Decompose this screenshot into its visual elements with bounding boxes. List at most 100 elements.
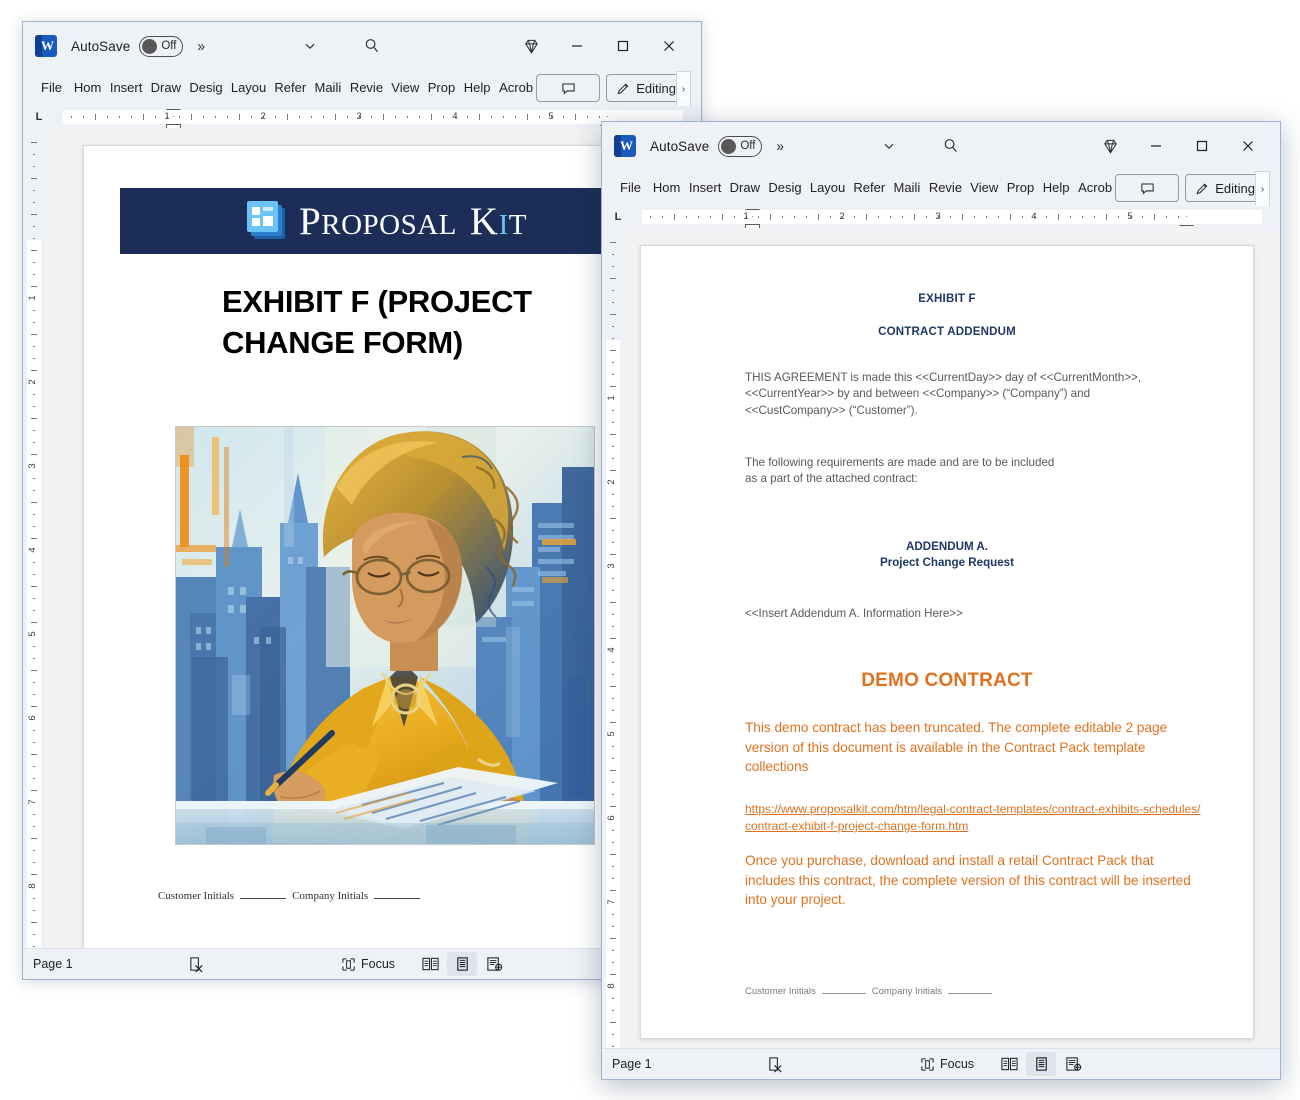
focus-label: Focus: [361, 957, 396, 971]
minimize-button[interactable]: [555, 30, 599, 62]
comments-button-front[interactable]: [1115, 174, 1180, 202]
print-layout-icon[interactable]: [447, 952, 477, 976]
insert-placeholder: <<Insert Addendum A. Information Here>>: [745, 607, 963, 620]
read-mode-icon-front[interactable]: [994, 1052, 1024, 1076]
tab-view-front[interactable]: View: [965, 173, 1001, 203]
maximize-button-front[interactable]: [1180, 130, 1224, 162]
proposal-kit-wordmark: P ROPOSAL KIT: [299, 199, 527, 243]
ribbon-more-icon-front[interactable]: ›: [1255, 171, 1270, 207]
close-button[interactable]: [647, 30, 691, 62]
tab-layout[interactable]: Layou: [226, 73, 270, 103]
view-buttons-front: [994, 1052, 1088, 1076]
customer-initials-blank[interactable]: [240, 888, 287, 899]
addendum-subtitle: Project Change Request: [879, 556, 1014, 569]
editing-mode-button[interactable]: Editing ›: [606, 71, 691, 107]
company-initials-blank[interactable]: [374, 888, 421, 899]
autosave-state: Off: [161, 40, 177, 52]
tab-references[interactable]: Refer: [269, 73, 309, 103]
web-layout-icon-front[interactable]: [1058, 1052, 1088, 1076]
tab-stop-selector[interactable]: L: [23, 106, 55, 128]
v-ruler-num-2: 2: [27, 379, 39, 385]
tab-acrobat-front[interactable]: Acrob: [1073, 173, 1115, 203]
tab-mailings[interactable]: Maili: [310, 73, 345, 103]
word-window-front[interactable]: W AutoSave Off » File Hom Insert Draw De…: [601, 121, 1281, 1080]
web-layout-icon[interactable]: [479, 952, 509, 976]
read-mode-icon[interactable]: [415, 952, 445, 976]
spell-check-icon-front[interactable]: [767, 1056, 784, 1073]
close-button-front[interactable]: [1226, 130, 1270, 162]
focus-button-front[interactable]: Focus: [920, 1057, 974, 1072]
page-indicator-front[interactable]: Page 1: [612, 1057, 652, 1071]
ruler-num-4: 4: [452, 111, 458, 122]
company-initials-label: Company Initials: [292, 890, 369, 902]
vertical-ruler[interactable]: 1 2 3 4 5 6 7 8: [23, 128, 45, 948]
tab-home-front[interactable]: Hom: [648, 173, 684, 203]
maximize-button[interactable]: [601, 30, 645, 62]
tab-file[interactable]: File: [33, 73, 69, 103]
ruler-track-front[interactable]: 1 2 3 4 5: [634, 209, 1274, 235]
focus-button[interactable]: Focus: [341, 957, 395, 972]
tab-insert-front[interactable]: Insert: [684, 173, 725, 203]
word-window-back[interactable]: W AutoSave Off » File Hom Insert Draw De…: [22, 21, 702, 980]
ruler-num-2: 2: [260, 111, 266, 122]
tab-layout-front[interactable]: Layou: [805, 173, 849, 203]
tab-help-front[interactable]: Help: [1038, 173, 1073, 203]
editing-mode-button-front[interactable]: Editing ›: [1185, 171, 1270, 207]
title-bar-front: W AutoSave Off »: [602, 122, 1280, 170]
front-title-exhibit: EXHIBIT F: [918, 293, 976, 305]
v-ruler-num-5: 5: [27, 631, 39, 637]
horizontal-ruler-front[interactable]: L 1 2 3 4 5: [602, 206, 1280, 235]
tab-properties[interactable]: Prop: [423, 73, 459, 103]
tab-properties-front[interactable]: Prop: [1002, 173, 1038, 203]
chevron-down-icon-front[interactable]: [882, 139, 896, 153]
comments-button[interactable]: [536, 74, 601, 102]
quick-access-overflow-icon[interactable]: »: [198, 38, 206, 55]
v-ruler-num-6: 6: [27, 715, 39, 721]
tab-review[interactable]: Revie: [345, 73, 386, 103]
tab-design-front[interactable]: Desig: [763, 173, 804, 203]
tab-references-front[interactable]: Refer: [848, 173, 888, 203]
page-indicator[interactable]: Page 1: [33, 957, 73, 971]
tab-draw-front[interactable]: Draw: [725, 173, 764, 203]
front-customer-initials-label: Customer Initials: [745, 986, 816, 997]
document-canvas-front[interactable]: EXHIBIT F CONTRACT ADDENDUM THIS AGREEME…: [624, 228, 1280, 1048]
tab-insert[interactable]: Insert: [105, 73, 146, 103]
spell-check-icon[interactable]: [188, 956, 205, 973]
search-icon[interactable]: [363, 37, 381, 55]
diamond-icon[interactable]: [509, 30, 553, 62]
tab-acrobat[interactable]: Acrob: [494, 73, 536, 103]
v-ruler-num-4-front: 4: [606, 647, 618, 653]
vertical-ruler-front[interactable]: 1 2 3 4 5 6 7 8: [602, 228, 624, 1048]
tab-draw[interactable]: Draw: [146, 73, 185, 103]
diamond-icon-front[interactable]: [1088, 130, 1132, 162]
status-bar: Page 1 Focus: [23, 948, 701, 979]
word-letter: W: [41, 38, 54, 53]
tab-home[interactable]: Hom: [69, 73, 105, 103]
v-ruler-num-1: 1: [27, 295, 39, 301]
tab-stop-selector-front[interactable]: L: [602, 206, 634, 228]
v-ruler-num-3: 3: [27, 463, 39, 469]
autosave-toggle[interactable]: Off: [139, 35, 184, 57]
search-icon-front[interactable]: [942, 137, 960, 155]
front-customer-initials-blank[interactable]: [821, 984, 866, 994]
tab-review-front[interactable]: Revie: [924, 173, 965, 203]
front-company-initials-blank[interactable]: [947, 984, 992, 994]
horizontal-ruler[interactable]: L 1 2 3 4 5: [23, 106, 701, 135]
ruler-track[interactable]: 1 2 3 4 5: [55, 109, 695, 135]
ribbon-more-icon[interactable]: ›: [676, 71, 691, 107]
demo-link[interactable]: https://www.proposalkit.com/htm/legal-co…: [745, 801, 1205, 835]
quick-access-overflow-icon-front[interactable]: »: [777, 138, 785, 155]
chevron-down-icon[interactable]: [303, 39, 317, 53]
print-layout-icon-front[interactable]: [1026, 1052, 1056, 1076]
tab-mailings-front[interactable]: Maili: [889, 173, 924, 203]
autosave-toggle-front[interactable]: Off: [718, 135, 763, 157]
v-ruler-num-8: 8: [27, 883, 39, 889]
ruler-num-3: 3: [356, 111, 362, 122]
tab-file-front[interactable]: File: [612, 173, 648, 203]
tab-view[interactable]: View: [386, 73, 422, 103]
document-page-back[interactable]: P ROPOSAL KIT EXHIBIT F (PROJECT CHANGE F…: [83, 145, 655, 948]
tab-help[interactable]: Help: [459, 73, 494, 103]
minimize-button-front[interactable]: [1134, 130, 1178, 162]
document-page-front[interactable]: EXHIBIT F CONTRACT ADDENDUM THIS AGREEME…: [640, 245, 1254, 1039]
tab-design[interactable]: Desig: [184, 73, 225, 103]
